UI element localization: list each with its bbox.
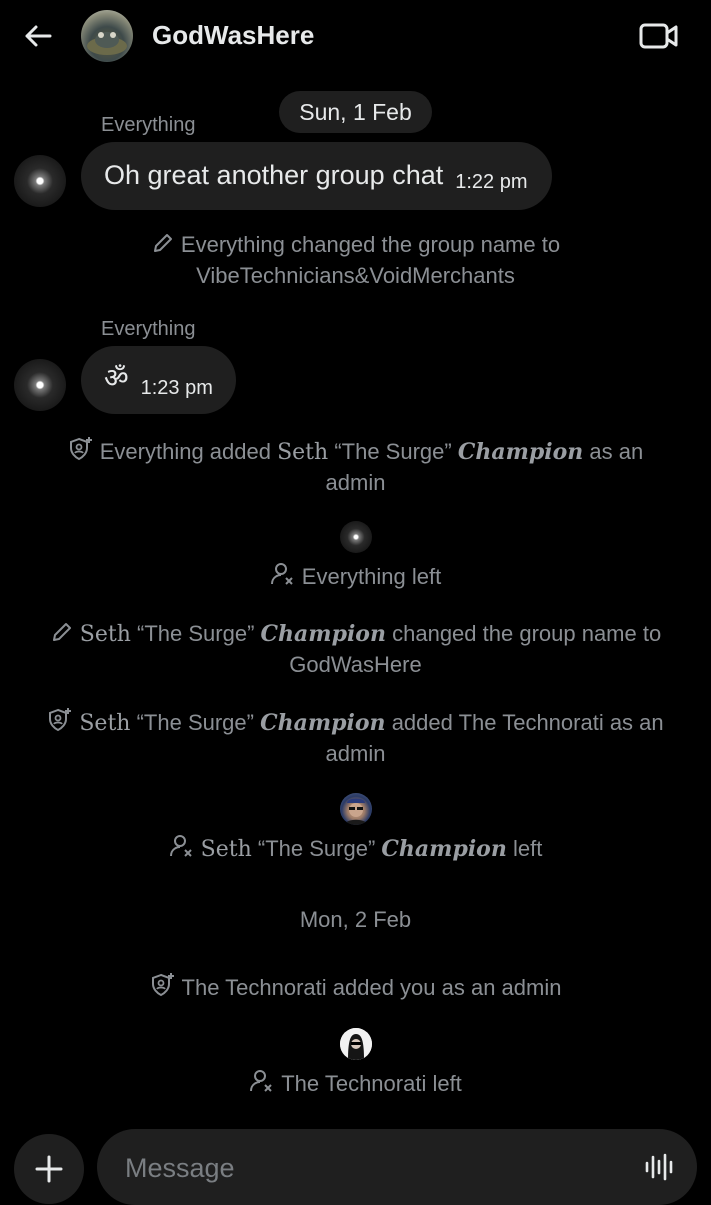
system-text: left (512, 836, 543, 861)
group-title[interactable]: GodWasHere (152, 20, 314, 51)
message-input[interactable] (123, 1147, 627, 1189)
pencil-icon (151, 231, 175, 262)
plus-icon (35, 1155, 63, 1183)
message-bubble[interactable]: ॐ 1:23 pm (81, 346, 236, 414)
date-separator: Sun, 1 Feb (279, 91, 432, 133)
system-text: Everything added (99, 439, 271, 464)
user-name[interactable]: Seth (79, 711, 130, 736)
sender-avatar[interactable] (14, 359, 66, 411)
attach-button[interactable] (14, 1134, 84, 1204)
video-call-icon (639, 23, 678, 49)
back-button[interactable] (20, 18, 56, 54)
message-sender: Everything (101, 114, 196, 136)
voice-message-button[interactable] (643, 1151, 675, 1183)
participant-avatar[interactable] (340, 793, 372, 825)
system-message: Seth “The Surge” Champion changed the gr… (40, 620, 671, 679)
message-time: 1:23 pm (140, 377, 213, 399)
system-message: The Technorati added you as an admin (40, 972, 671, 1005)
system-text: The Technorati left (281, 1071, 462, 1096)
user-name[interactable]: Seth (201, 837, 252, 862)
chat-header: GodWasHere (0, 0, 711, 72)
date-separator: Mon, 2 Feb (299, 907, 412, 932)
message-text: Oh great another group chat (104, 160, 444, 190)
message-text: ॐ (104, 363, 129, 394)
participant-avatar-image (340, 1028, 372, 1060)
video-call-button[interactable] (638, 20, 680, 52)
message-composer (97, 1129, 697, 1205)
message-bubble[interactable]: Oh great another group chat 1:22 pm (81, 142, 552, 210)
system-message: Everything changed the group name to Vib… (40, 231, 671, 290)
user-name[interactable]: “The Surge” (137, 710, 254, 735)
participant-avatar[interactable] (340, 521, 372, 553)
sender-avatar[interactable] (14, 155, 66, 207)
pencil-icon (50, 620, 74, 651)
user-name[interactable]: Champion (260, 710, 385, 736)
user-name[interactable]: Champion (261, 621, 386, 647)
system-text: Everything left (301, 564, 442, 589)
user-name[interactable]: Champion (381, 836, 506, 862)
message-sender: Everything (101, 318, 196, 340)
user-name[interactable]: “The Surge” (137, 621, 254, 646)
user-left-icon (249, 1068, 275, 1101)
system-message: Everything added Seth “The Surge” Champi… (40, 436, 671, 497)
system-message: The Technorati left (40, 1068, 671, 1101)
arrow-left-icon (25, 25, 52, 47)
user-left-icon (270, 561, 296, 594)
participant-avatar-image (344, 798, 368, 825)
system-message: Seth “The Surge” Champion added The Tech… (40, 707, 671, 768)
user-left-icon (169, 833, 195, 866)
user-name[interactable]: Seth (80, 622, 131, 647)
admin-add-icon (150, 972, 176, 1005)
group-avatar-image (87, 32, 127, 55)
system-text: The Technorati added you as an admin (181, 975, 562, 1000)
voice-wave-icon (645, 1153, 673, 1181)
admin-add-icon (68, 436, 94, 469)
message-time: 1:22 pm (455, 171, 528, 193)
group-avatar[interactable] (81, 10, 133, 62)
user-name[interactable]: “The Surge” (334, 439, 451, 464)
system-message: Everything left (40, 561, 671, 594)
user-name[interactable]: Champion (458, 439, 583, 465)
participant-avatar[interactable] (340, 1028, 372, 1060)
system-actor: Everything (180, 232, 285, 257)
user-name[interactable]: “The Surge” (258, 836, 375, 861)
admin-add-icon (47, 707, 73, 740)
system-message: Seth “The Surge” Champion left (40, 833, 671, 866)
user-name[interactable]: Seth (277, 440, 328, 465)
